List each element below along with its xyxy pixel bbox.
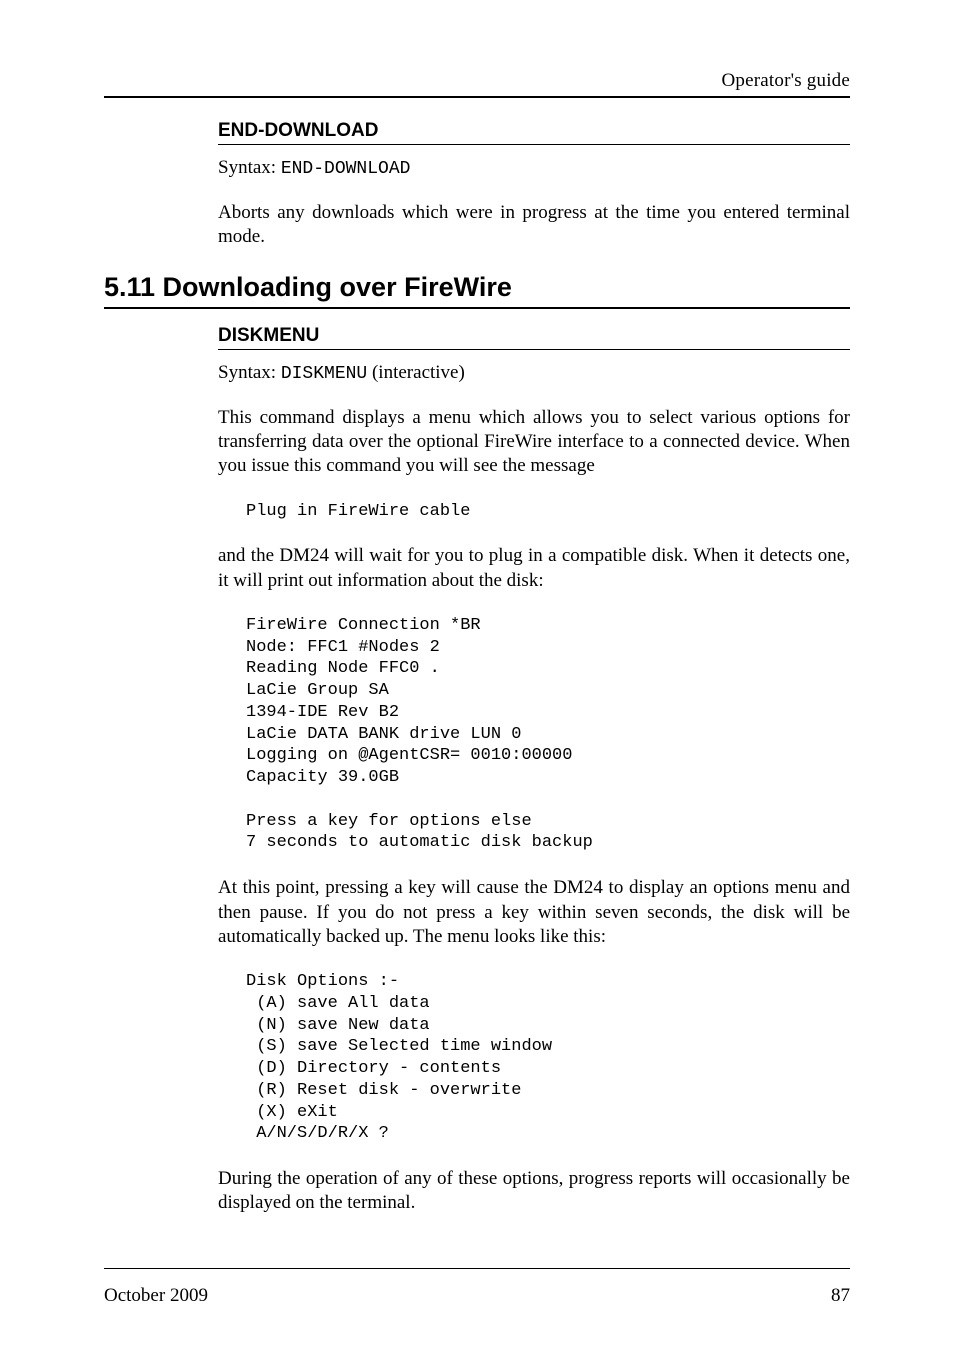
paragraph: This command displays a menu which allow…: [218, 406, 850, 479]
syntax-label: Syntax:: [218, 362, 281, 383]
code-block: Disk Options :- (A) save All data (N) sa…: [218, 971, 850, 1145]
running-header: Operator's guide: [104, 70, 850, 92]
heading-diskmenu: DISKMENU: [218, 325, 850, 347]
page-number: 87: [831, 1285, 850, 1307]
syntax-command: DISKMENU: [281, 364, 367, 384]
code-block: FireWire Connection *BR Node: FFC1 #Node…: [218, 615, 850, 854]
syntax-suffix: (interactive): [367, 362, 465, 383]
paragraph: At this point, pressing a key will cause…: [218, 876, 850, 949]
footer-date: October 2009: [104, 1285, 208, 1307]
page: Operator's guide END-DOWNLOAD Syntax: EN…: [0, 0, 954, 1351]
heading-firewire: 5.11 Downloading over FireWire: [104, 272, 850, 303]
heading-end-download: END-DOWNLOAD: [218, 120, 850, 142]
paragraph: During the operation of any of these opt…: [218, 1167, 850, 1216]
page-footer: October 2009 87: [104, 1285, 850, 1307]
section-end-download: END-DOWNLOAD Syntax: END-DOWNLOAD Aborts…: [218, 120, 850, 250]
heading-rule: [218, 144, 850, 145]
heading-rule: [104, 307, 850, 309]
syntax-line: Syntax: DISKMENU (interactive): [218, 362, 850, 384]
syntax-label: Syntax:: [218, 157, 281, 178]
paragraph: Aborts any downloads which were in progr…: [218, 201, 850, 250]
section-diskmenu: DISKMENU Syntax: DISKMENU (interactive) …: [218, 325, 850, 1216]
syntax-command: END-DOWNLOAD: [281, 159, 411, 179]
header-rule: [104, 96, 850, 98]
code-block: Plug in FireWire cable: [218, 501, 850, 523]
footer-rule: [104, 1268, 850, 1269]
heading-rule: [218, 349, 850, 350]
paragraph: and the DM24 will wait for you to plug i…: [218, 544, 850, 593]
syntax-line: Syntax: END-DOWNLOAD: [218, 157, 850, 179]
